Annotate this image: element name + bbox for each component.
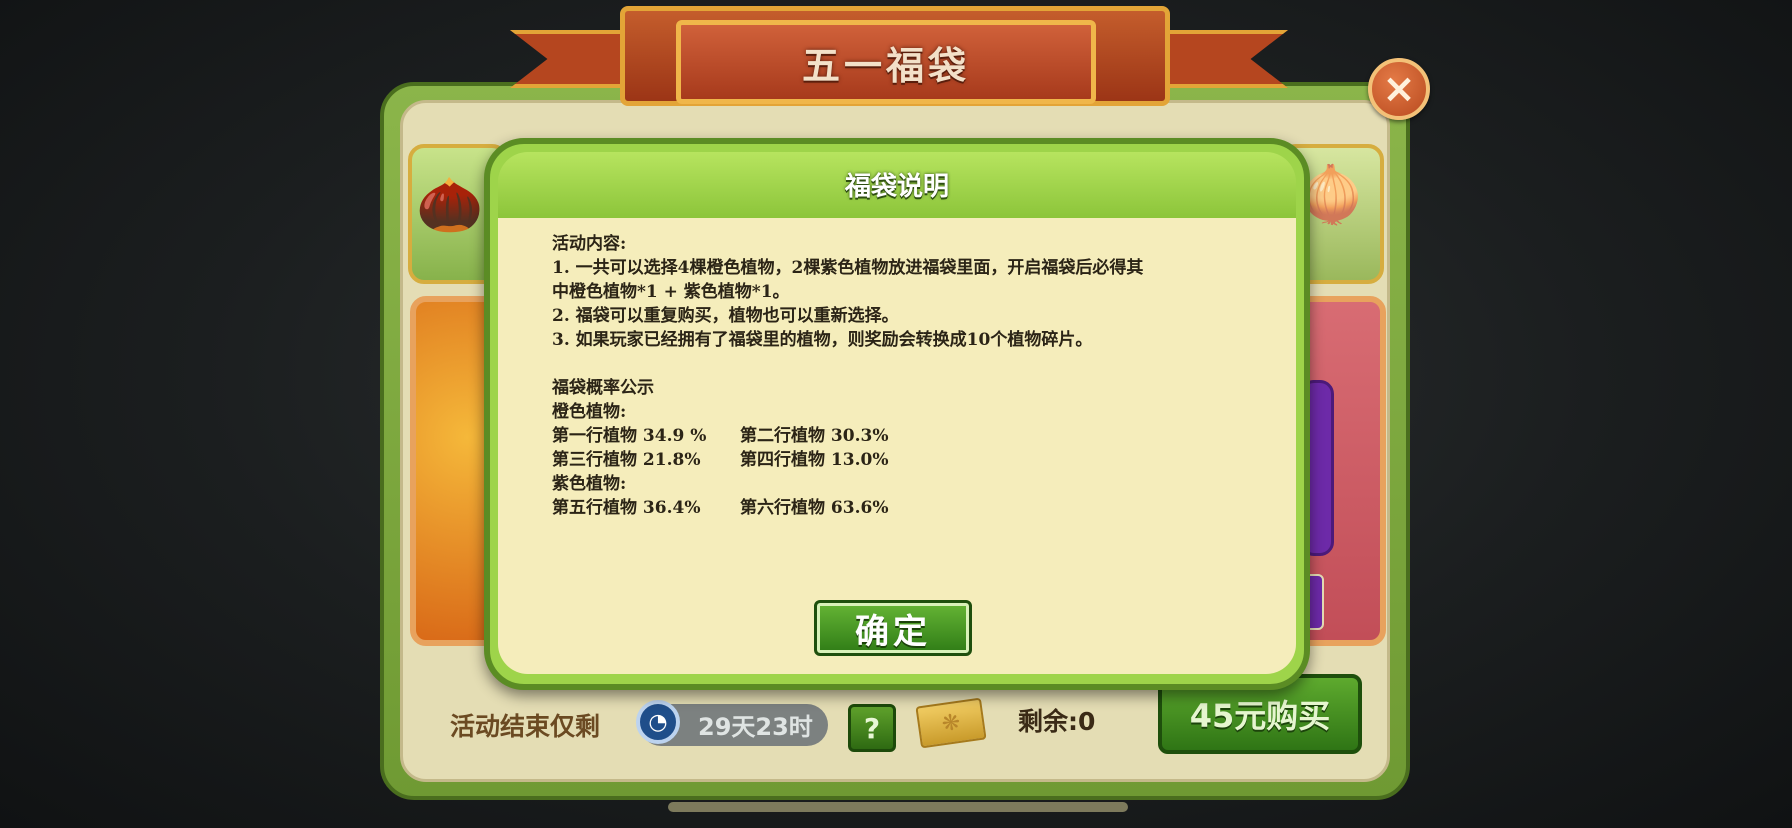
section-heading-probability: 福袋概率公示 <box>552 378 654 398</box>
modal-title: 福袋说明 <box>844 172 949 202</box>
probability-row: 第一行植物 34.9 % 第二行植物 30.3% <box>552 424 1272 448</box>
close-icon[interactable]: × <box>1368 58 1430 120</box>
probability-cell: 第一行植物 34.9 % <box>552 426 707 446</box>
rule-line-1-cont: 中橙色植物*1 + 紫色植物*1。 <box>552 282 790 302</box>
help-button[interactable]: ? <box>848 704 896 752</box>
activity-end-label: 活动结束仅剩 <box>450 712 601 741</box>
probability-row: 第五行植物 36.4% 第六行植物 63.6% <box>552 496 1272 520</box>
clock-icon: ◔ <box>636 700 680 744</box>
section-heading-activity: 活动内容: <box>552 234 627 254</box>
rule-line-3: 3. 如果玩家已经拥有了福袋里的植物，则奖励会转换成10个植物碎片。 <box>552 330 1093 350</box>
probability-cell: 第二行植物 30.3% <box>740 426 889 446</box>
countdown-timer: 29天23时 <box>698 713 813 741</box>
panel-bottom-edge <box>668 802 1128 812</box>
purple-plants-heading: 紫色植物: <box>552 474 627 494</box>
chestnut-plant-icon: 🌰 <box>416 173 484 236</box>
probability-cell: 第五行植物 36.4% <box>552 498 701 518</box>
orange-plants-heading: 橙色植物: <box>552 402 627 422</box>
probability-row: 第三行植物 21.8% 第四行植物 13.0% <box>552 448 1272 472</box>
probability-cell: 第四行植物 13.0% <box>740 450 889 470</box>
title-banner: 五一福袋 <box>676 20 1096 104</box>
probability-cell: 第六行植物 63.6% <box>740 498 889 518</box>
confirm-button[interactable]: 确定 <box>814 600 972 656</box>
probability-cell: 第三行植物 21.8% <box>552 450 701 470</box>
rule-line-1: 1. 一共可以选择4棵橙色植物，2棵紫色植物放进福袋里面，开启福袋后必得其 <box>552 258 1144 278</box>
banner-title: 五一福袋 <box>801 43 970 88</box>
remaining-count: 剩余:0 <box>1018 707 1096 736</box>
rule-line-2: 2. 福袋可以重复购买，植物也可以重新选择。 <box>552 306 899 326</box>
modal-content: 活动内容: 1. 一共可以选择4棵橙色植物，2棵紫色植物放进福袋里面，开启福袋后… <box>552 232 1272 520</box>
